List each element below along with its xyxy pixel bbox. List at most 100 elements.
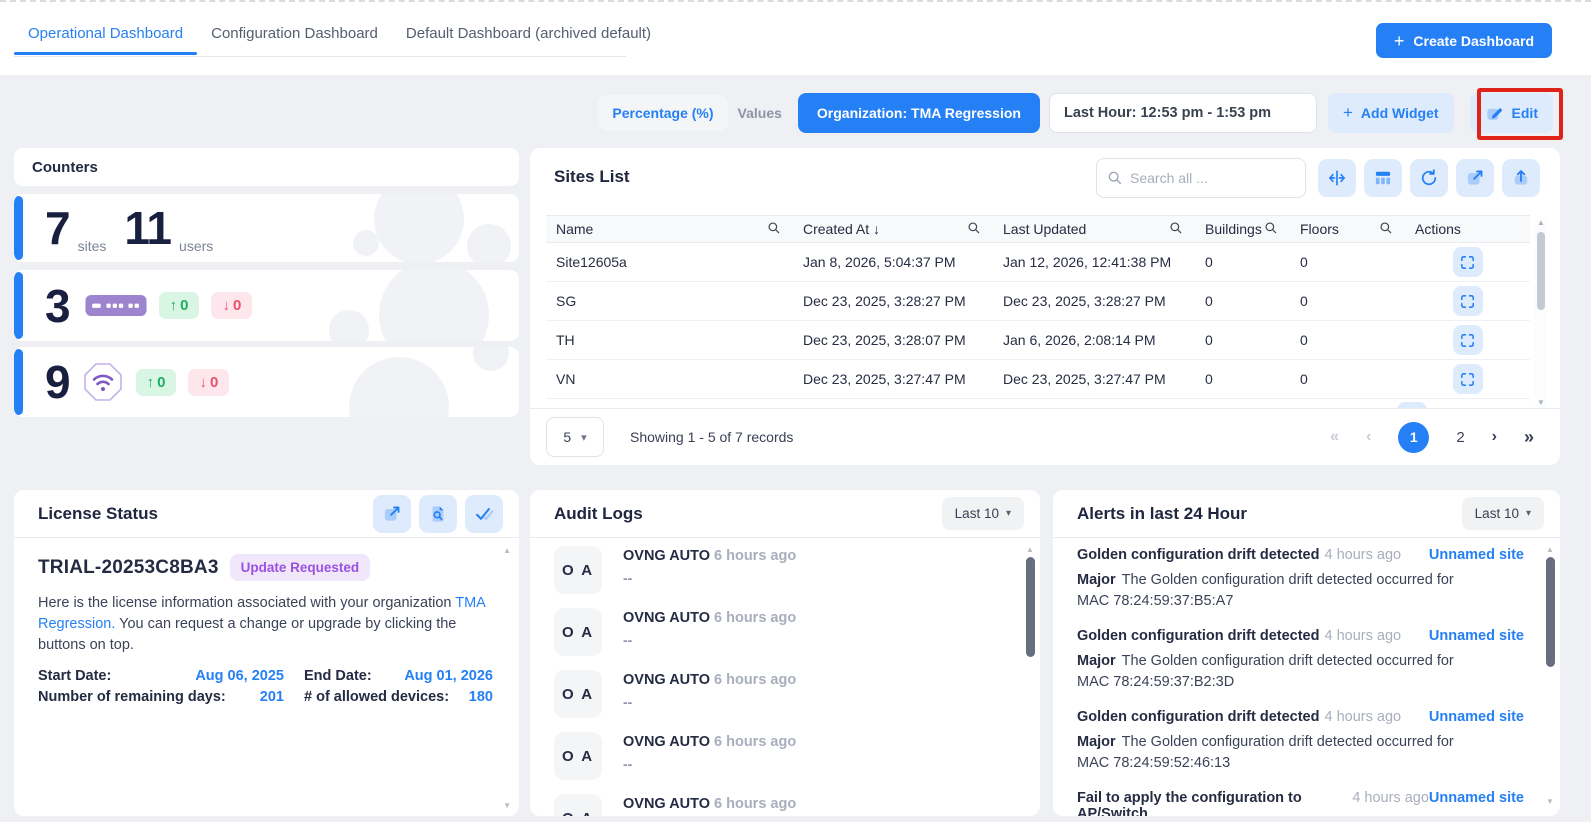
counter-card-sites-users[interactable]: 7 sites 11 users	[14, 194, 519, 262]
scroll-up-icon[interactable]: ▲	[1546, 545, 1554, 554]
allowed-devices-value: 180	[469, 689, 493, 705]
list-item[interactable]: Golden configuration drift detected4 hou…	[1077, 709, 1524, 773]
expand-site-button[interactable]	[1453, 325, 1483, 355]
wifi-icon	[82, 361, 124, 403]
column-header-last-updated[interactable]: Last Updated	[993, 221, 1195, 238]
audit-scrollbar[interactable]: ▲	[1025, 545, 1035, 806]
counter-card-switches[interactable]: 3 ↑0 ↓0	[14, 270, 519, 341]
scrollbar-thumb[interactable]	[1537, 232, 1545, 310]
column-header-name[interactable]: Name	[546, 221, 793, 238]
list-item[interactable]: O A OVNG AUTO6 hours ago--	[530, 787, 1020, 816]
first-page-icon[interactable]: «	[1330, 428, 1339, 446]
start-date-label: Start Date:	[38, 668, 111, 684]
alerts-filter-dropdown[interactable]: Last 10 ▾	[1462, 497, 1544, 530]
open-external-button[interactable]	[1456, 159, 1494, 197]
scroll-up-icon[interactable]: ▲	[503, 546, 511, 555]
cell-site-name: VN	[546, 371, 793, 387]
create-dashboard-button[interactable]: + Create Dashboard	[1376, 23, 1552, 58]
values-toggle[interactable]: Values	[738, 105, 782, 121]
tab-default-dashboard[interactable]: Default Dashboard (archived default)	[392, 19, 665, 54]
next-page-icon[interactable]: ›	[1492, 428, 1497, 446]
list-item[interactable]: Fail to apply the configuration to AP/Sw…	[1077, 790, 1524, 816]
license-status-panel: License Status ▲ ▼ TRIAL-20253C8BA3 Upda…	[14, 490, 519, 816]
license-review-button[interactable]	[419, 495, 457, 533]
avatar: O A	[554, 670, 602, 718]
last-page-icon[interactable]: »	[1524, 427, 1534, 448]
column-search-icon[interactable]	[1264, 221, 1278, 238]
page-size-select[interactable]: 5 ▾	[546, 417, 604, 457]
scrollbar-thumb[interactable]	[1026, 557, 1035, 657]
counter-card-aps[interactable]: 9 ↑0 ↓0	[14, 347, 519, 417]
tab-configuration-dashboard[interactable]: Configuration Dashboard	[197, 19, 392, 54]
sort-desc-icon[interactable]: ↓	[873, 221, 880, 237]
alert-site-link[interactable]: Unnamed site	[1429, 628, 1524, 644]
sites-table: Name Created At ↓ Last Updated Buildings…	[546, 215, 1530, 408]
switches-count: 3	[45, 283, 70, 329]
column-search-icon[interactable]	[767, 221, 781, 238]
column-header-floors[interactable]: Floors	[1290, 221, 1405, 238]
scroll-up-icon[interactable]: ▲	[1026, 545, 1034, 554]
sites-search[interactable]	[1096, 158, 1306, 198]
scroll-up-icon[interactable]: ▲	[1537, 218, 1545, 228]
alert-site-link[interactable]: Unnamed site	[1429, 547, 1524, 563]
refresh-button[interactable]	[1410, 159, 1448, 197]
scroll-down-icon[interactable]: ▼	[503, 801, 511, 810]
scroll-down-icon[interactable]: ▼	[1546, 797, 1554, 806]
list-item[interactable]: Golden configuration drift detected4 hou…	[1077, 628, 1524, 692]
percentage-toggle[interactable]: Percentage (%)	[598, 95, 727, 131]
expand-site-button[interactable]	[1453, 286, 1483, 316]
alert-title: Golden configuration drift detected	[1077, 709, 1319, 725]
alert-description: The Golden configuration drift detected …	[1077, 734, 1454, 771]
audit-logs-panel: Audit Logs Last 10 ▾ O A OVNG AUTO6 hour…	[530, 490, 1040, 816]
prev-page-icon[interactable]: ‹	[1366, 428, 1371, 446]
cell-created-at: Jan 8, 2026, 5:04:37 PM	[793, 254, 993, 270]
alert-severity: Major	[1077, 734, 1116, 750]
column-header-buildings[interactable]: Buildings	[1195, 221, 1290, 238]
aps-down-count: 0	[210, 374, 218, 391]
alerts-scrollbar[interactable]: ▲ ▼	[1545, 545, 1555, 806]
expand-site-button[interactable]	[1453, 247, 1483, 277]
column-search-icon[interactable]	[1379, 221, 1393, 238]
column-label: Last Updated	[1003, 221, 1086, 237]
cell-buildings: 0	[1195, 332, 1290, 348]
column-resize-button[interactable]	[1318, 159, 1356, 197]
column-search-icon[interactable]	[967, 221, 981, 238]
table-row[interactable]: Site12605a Jan 8, 2026, 5:04:37 PM Jan 1…	[546, 243, 1530, 282]
table-row[interactable]: VN Dec 23, 2025, 3:27:47 PM Dec 23, 2025…	[546, 360, 1530, 399]
sites-search-input[interactable]	[1130, 170, 1295, 186]
columns-settings-button[interactable]	[1364, 159, 1402, 197]
alert-site-link[interactable]: Unnamed site	[1429, 709, 1524, 725]
list-item[interactable]: O A OVNG AUTO6 hours ago--	[530, 539, 1020, 601]
audit-time: 6 hours ago	[714, 610, 796, 626]
scroll-down-icon[interactable]: ▼	[1537, 398, 1545, 408]
audit-filter-dropdown[interactable]: Last 10 ▾	[942, 497, 1024, 530]
column-header-created-at[interactable]: Created At ↓	[793, 221, 993, 238]
license-approve-button[interactable]	[465, 495, 503, 533]
aps-down-badge: ↓0	[188, 369, 229, 396]
time-range-input[interactable]	[1049, 93, 1317, 133]
list-item[interactable]: O A OVNG AUTO6 hours ago--	[530, 601, 1020, 663]
expand-site-button[interactable]	[1453, 364, 1483, 394]
list-item[interactable]: O A OVNG AUTO6 hours ago--	[530, 663, 1020, 725]
audit-user: OVNG AUTO	[623, 610, 710, 626]
alert-site-link[interactable]: Unnamed site	[1429, 790, 1524, 806]
organization-selector-button[interactable]: Organization: TMA Regression	[798, 93, 1040, 133]
column-search-icon[interactable]	[1169, 221, 1183, 238]
add-widget-button[interactable]: + Add Widget	[1328, 93, 1454, 133]
list-item[interactable]: O A OVNG AUTO6 hours ago--	[530, 725, 1020, 787]
scrollbar-thumb[interactable]	[1546, 557, 1555, 667]
license-open-external-button[interactable]	[373, 495, 411, 533]
audit-user: OVNG AUTO	[623, 672, 710, 688]
tab-operational-dashboard[interactable]: Operational Dashboard	[14, 19, 197, 54]
page-1-button[interactable]: 1	[1398, 422, 1429, 453]
column-header-actions: Actions	[1405, 221, 1530, 237]
page-2-button[interactable]: 2	[1456, 429, 1464, 446]
export-button[interactable]	[1502, 159, 1540, 197]
audit-filter-label: Last 10	[955, 506, 999, 521]
edit-button[interactable]: Edit	[1470, 93, 1553, 133]
avatar: O A	[554, 732, 602, 780]
table-row[interactable]: SG Dec 23, 2025, 3:28:27 PM Dec 23, 2025…	[546, 282, 1530, 321]
table-scrollbar[interactable]: ▲ ▼	[1535, 218, 1547, 408]
list-item[interactable]: Golden configuration drift detected4 hou…	[1077, 547, 1524, 611]
table-row[interactable]: TH Dec 23, 2025, 3:28:07 PM Jan 6, 2026,…	[546, 321, 1530, 360]
